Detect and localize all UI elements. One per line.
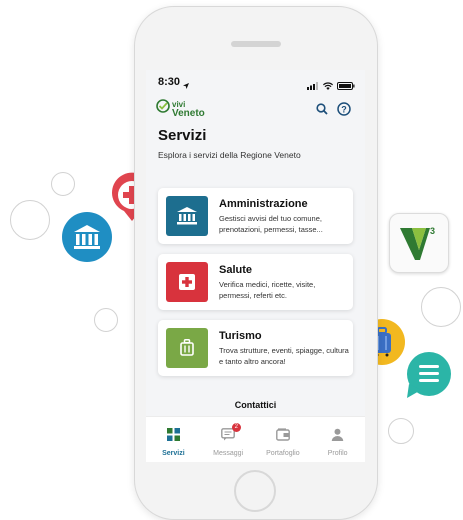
decor-circle (388, 418, 414, 444)
brand-check-icon (156, 99, 170, 118)
app-header: vivi Veneto ? (146, 94, 365, 124)
suitcase-icon (166, 328, 208, 368)
page-title: Servizi (158, 127, 207, 144)
app-screen: 8:30 vivi Veneto ? Servizi Esplora i ser… (146, 70, 365, 462)
brand-line2: Veneto (172, 107, 205, 119)
service-title: Turismo (219, 330, 262, 342)
tab-label: Portafoglio (266, 450, 300, 457)
wallet-icon (275, 428, 290, 446)
home-button[interactable] (234, 470, 276, 512)
brand-logo[interactable]: vivi Veneto (156, 99, 205, 118)
decor-circle (10, 200, 50, 240)
bank-icon (166, 196, 208, 236)
tab-portafoglio[interactable]: Portafoglio (256, 417, 311, 462)
status-time: 8:30 (158, 76, 181, 88)
service-card-amministrazione[interactable]: Amministrazione Gestisci avvisi del tuo … (158, 188, 353, 244)
location-arrow-icon (182, 77, 190, 95)
decor-circle (51, 172, 75, 196)
app-logo-icon: 3 (389, 213, 449, 273)
search-icon[interactable] (314, 101, 330, 117)
message-count-badge: 2 (231, 423, 241, 432)
chat-bubble-icon (403, 350, 453, 402)
service-title: Salute (219, 264, 253, 276)
service-card-salute[interactable]: Salute Verifica medici, ricette, visite,… (158, 254, 353, 310)
decor-circle (421, 287, 461, 327)
service-title: Amministrazione (219, 198, 308, 210)
decor-circle (94, 308, 118, 332)
help-icon[interactable]: ? (336, 101, 352, 117)
health-cross-icon (166, 262, 208, 302)
tab-label: Servizi (162, 450, 185, 457)
status-bar: 8:30 (146, 70, 365, 94)
service-description: Trova strutture, eventi, spiagge, cultur… (219, 346, 349, 366)
user-icon (331, 428, 344, 446)
service-description: Verifica medici, ricette, visite, permes… (219, 280, 316, 300)
signal-icon (307, 77, 319, 95)
contacts-link[interactable]: Contattici (146, 400, 365, 410)
tab-label: Profilo (327, 450, 348, 457)
svg-text:?: ? (341, 104, 347, 114)
battery-icon (337, 77, 355, 95)
tab-messaggi[interactable]: 2 Messaggi (201, 417, 256, 462)
tab-servizi[interactable]: Servizi (146, 417, 201, 462)
phone-speaker (231, 41, 281, 47)
tab-label: Messaggi (213, 450, 244, 457)
bank-circle-icon (62, 212, 112, 262)
tab-profilo[interactable]: Profilo (310, 417, 365, 462)
wifi-icon (323, 77, 333, 95)
svg-text:3: 3 (430, 226, 435, 236)
page-subtitle: Esplora i servizi della Regione Veneto (158, 150, 301, 160)
service-description: Gestisci avvisi del tuo comune, prenotaz… (219, 214, 323, 234)
bottom-tab-bar: Servizi 2 Messaggi Portafoglio Profilo (146, 416, 365, 462)
service-card-turismo[interactable]: Turismo Trova strutture, eventi, spiagge… (158, 320, 353, 376)
grid-icon (166, 428, 180, 446)
